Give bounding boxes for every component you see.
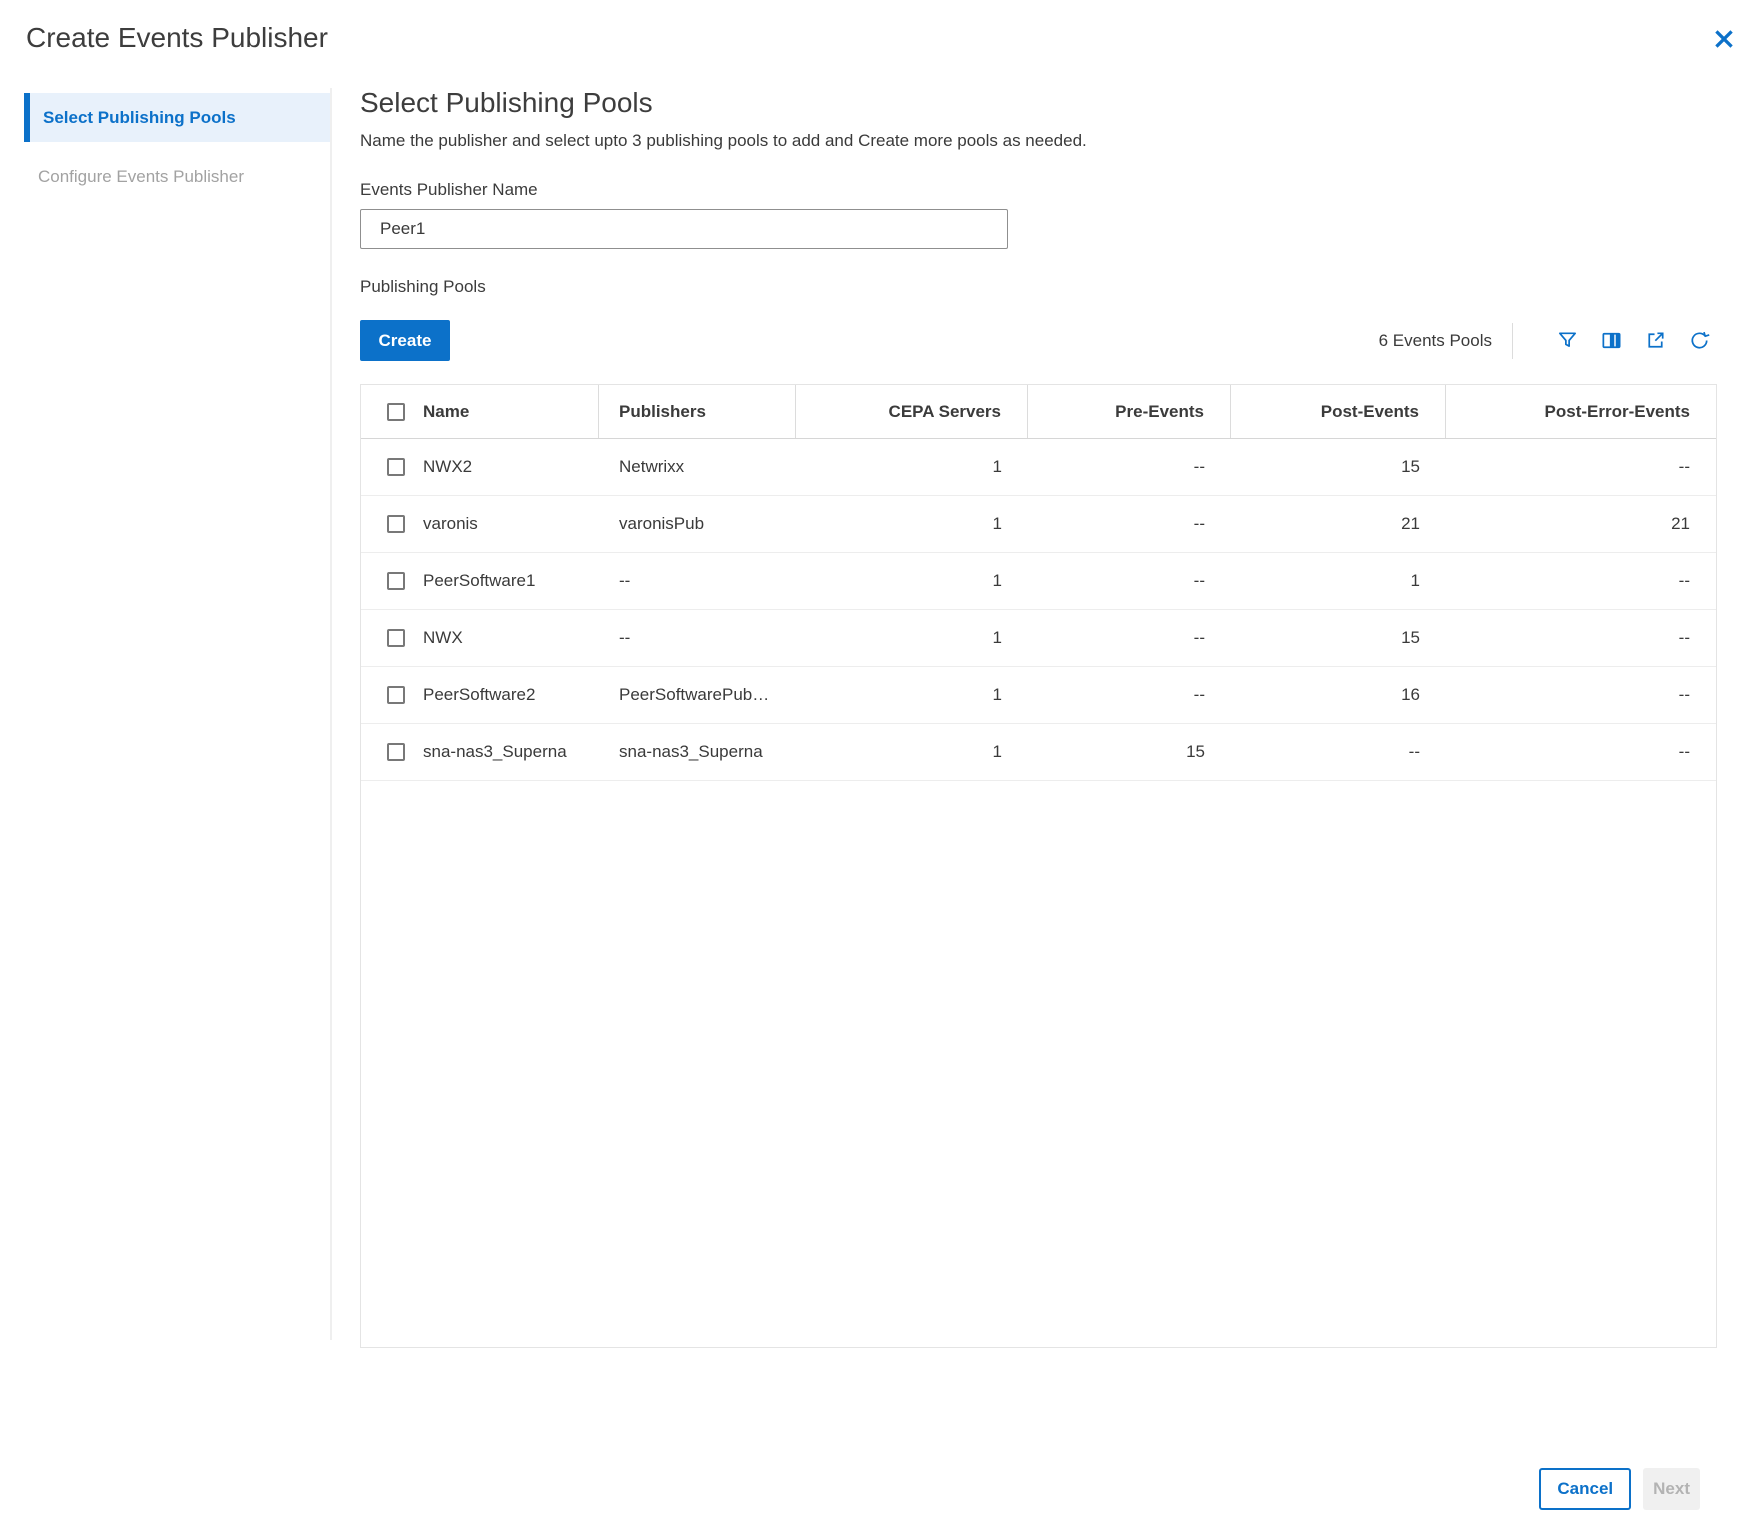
- row-checkbox[interactable]: [387, 629, 405, 647]
- cell-post-error-events: --: [1446, 439, 1716, 495]
- cell-pre-events: --: [1028, 496, 1231, 552]
- pool-name: PeerSoftware2: [423, 685, 535, 705]
- export-button[interactable]: [1643, 329, 1667, 353]
- header-post-error-events: Post-Error-Events: [1446, 385, 1716, 438]
- pool-name: NWX2: [423, 457, 472, 477]
- cell-name: PeerSoftware1: [361, 553, 599, 609]
- header-label: Name: [423, 402, 469, 422]
- dialog-footer: Cancel Next: [1539, 1468, 1700, 1510]
- cell-publishers: --: [599, 610, 796, 666]
- header-name: Name: [361, 385, 599, 438]
- pool-name: varonis: [423, 514, 478, 534]
- cell-publishers: PeerSoftwarePub…: [599, 667, 796, 723]
- cell-post-error-events: --: [1446, 610, 1716, 666]
- section-heading: Select Publishing Pools: [360, 85, 1717, 121]
- wizard-steps: Select Publishing Pools Configure Events…: [0, 93, 330, 201]
- cell-cepa-servers: 1: [796, 553, 1028, 609]
- cancel-button[interactable]: Cancel: [1539, 1468, 1631, 1510]
- cell-name: sna-nas3_Superna: [361, 724, 599, 780]
- cell-post-events: 15: [1231, 610, 1446, 666]
- cell-cepa-servers: 1: [796, 439, 1028, 495]
- table-row: NWX2Netwrixx1--15--: [361, 439, 1716, 496]
- cell-cepa-servers: 1: [796, 610, 1028, 666]
- toolbar-divider: [1512, 323, 1513, 359]
- step-label: Configure Events Publisher: [38, 167, 244, 187]
- table-body: NWX2Netwrixx1--15--varonisvaronisPub1--2…: [361, 439, 1716, 781]
- cell-publishers: --: [599, 553, 796, 609]
- cell-name: NWX2: [361, 439, 599, 495]
- step-configure-events-publisher[interactable]: Configure Events Publisher: [24, 152, 331, 201]
- row-checkbox[interactable]: [387, 686, 405, 704]
- pool-name: sna-nas3_Superna: [423, 742, 567, 762]
- cell-publishers: Netwrixx: [599, 439, 796, 495]
- table-row: varonisvaronisPub1--2121: [361, 496, 1716, 553]
- publisher-name-label: Events Publisher Name: [360, 180, 1717, 200]
- cell-pre-events: 15: [1028, 724, 1231, 780]
- header-pre-events: Pre-Events: [1028, 385, 1231, 438]
- cell-pre-events: --: [1028, 610, 1231, 666]
- cell-pre-events: --: [1028, 667, 1231, 723]
- publishing-pools-label: Publishing Pools: [360, 277, 1717, 297]
- cell-name: PeerSoftware2: [361, 667, 599, 723]
- cell-post-error-events: --: [1446, 553, 1716, 609]
- close-button[interactable]: [1710, 26, 1738, 54]
- create-pool-button[interactable]: Create: [360, 320, 450, 361]
- columns-button[interactable]: [1599, 329, 1623, 353]
- table-actions-row: Create 6 Events Pools: [360, 320, 1717, 361]
- cell-post-events: --: [1231, 724, 1446, 780]
- table-header: Name Publishers CEPA Servers Pre-Events …: [361, 385, 1716, 439]
- header-cepa-servers: CEPA Servers: [796, 385, 1028, 438]
- cell-post-error-events: --: [1446, 724, 1716, 780]
- filter-button[interactable]: [1555, 329, 1579, 353]
- cell-post-events: 15: [1231, 439, 1446, 495]
- step-select-publishing-pools[interactable]: Select Publishing Pools: [24, 93, 331, 142]
- table-row: sna-nas3_Supernasna-nas3_Superna115----: [361, 724, 1716, 781]
- cell-pre-events: --: [1028, 553, 1231, 609]
- table-row: PeerSoftware2PeerSoftwarePub…1--16--: [361, 667, 1716, 724]
- table-row: PeerSoftware1--1--1--: [361, 553, 1716, 610]
- export-icon: [1644, 329, 1667, 352]
- cell-publishers: varonisPub: [599, 496, 796, 552]
- section-description: Name the publisher and select upto 3 pub…: [360, 130, 1717, 152]
- cell-post-events: 16: [1231, 667, 1446, 723]
- columns-icon: [1600, 329, 1623, 352]
- table-toolbar: 6 Events Pools: [1379, 323, 1711, 359]
- cell-name: NWX: [361, 610, 599, 666]
- table-row: NWX--1--15--: [361, 610, 1716, 667]
- filter-icon: [1556, 329, 1579, 352]
- header-post-events: Post-Events: [1231, 385, 1446, 438]
- cell-post-events: 1: [1231, 553, 1446, 609]
- sidebar-divider: [330, 88, 332, 1340]
- refresh-button[interactable]: [1687, 329, 1711, 353]
- row-checkbox[interactable]: [387, 743, 405, 761]
- step-label: Select Publishing Pools: [43, 108, 236, 128]
- publisher-name-input[interactable]: [360, 209, 1008, 249]
- pool-name: NWX: [423, 628, 463, 648]
- cell-post-events: 21: [1231, 496, 1446, 552]
- pools-count-label: 6 Events Pools: [1379, 331, 1492, 351]
- close-icon: [1711, 26, 1737, 52]
- row-checkbox[interactable]: [387, 515, 405, 533]
- next-button[interactable]: Next: [1643, 1468, 1700, 1510]
- row-checkbox[interactable]: [387, 572, 405, 590]
- refresh-icon: [1688, 329, 1711, 352]
- cell-cepa-servers: 1: [796, 724, 1028, 780]
- cell-name: varonis: [361, 496, 599, 552]
- header-publishers: Publishers: [599, 385, 796, 438]
- cell-publishers: sna-nas3_Superna: [599, 724, 796, 780]
- select-all-checkbox[interactable]: [387, 403, 405, 421]
- cell-cepa-servers: 1: [796, 667, 1028, 723]
- cell-cepa-servers: 1: [796, 496, 1028, 552]
- row-checkbox[interactable]: [387, 458, 405, 476]
- main-panel: Select Publishing Pools Name the publish…: [360, 85, 1717, 1348]
- cell-post-error-events: --: [1446, 667, 1716, 723]
- publishing-pools-table: Name Publishers CEPA Servers Pre-Events …: [360, 384, 1717, 1348]
- page-title: Create Events Publisher: [26, 22, 328, 54]
- pool-name: PeerSoftware1: [423, 571, 535, 591]
- cell-pre-events: --: [1028, 439, 1231, 495]
- cell-post-error-events: 21: [1446, 496, 1716, 552]
